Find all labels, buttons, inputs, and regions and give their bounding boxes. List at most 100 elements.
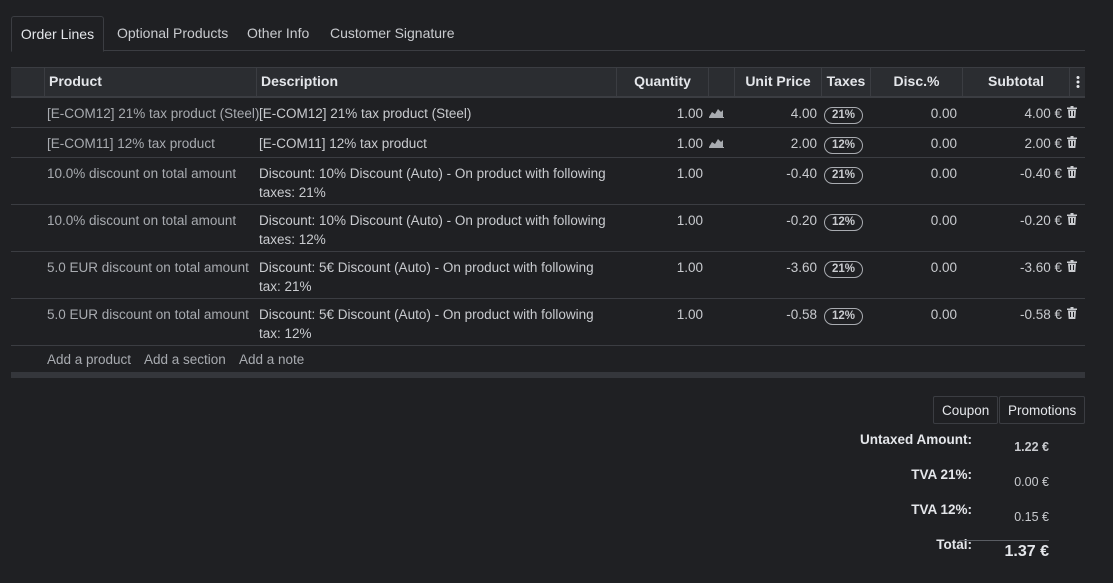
tax-badge[interactable]: 12% [824, 214, 864, 231]
line-description[interactable]: [E-COM11] 12% tax product [259, 134, 614, 153]
line-description[interactable]: Discount: 10% Discount (Auto) - On produ… [259, 211, 614, 249]
tax-badge[interactable]: 12% [824, 137, 864, 154]
tax-badge[interactable]: 21% [824, 261, 864, 278]
line-unit-price[interactable]: 2.00 [731, 134, 817, 153]
column-header-taxes[interactable]: Taxes [821, 68, 870, 96]
tva-12-label: TVA 12%: [911, 502, 972, 517]
line-discount[interactable]: 0.00 [881, 211, 957, 230]
line-discount[interactable]: 0.00 [881, 305, 957, 324]
line-unit-price[interactable]: 4.00 [731, 104, 817, 123]
trash-icon[interactable] [1067, 211, 1081, 230]
column-header-subtotal[interactable]: Subtotal [962, 68, 1069, 96]
line-taxes: 21% [824, 104, 864, 124]
line-discount[interactable]: 0.00 [881, 134, 957, 153]
table-row[interactable]: [E-COM12] 21% tax product (Steel) [E-COM… [11, 98, 1085, 128]
line-quantity[interactable]: 1.00 [617, 305, 703, 324]
line-quantity[interactable]: 1.00 [617, 211, 703, 230]
column-label-taxes: Taxes [826, 73, 866, 89]
line-taxes: 21% [824, 164, 864, 184]
column-label-quantity: Quantity [634, 73, 691, 89]
add-section-link[interactable]: Add a section [144, 352, 226, 367]
trash-icon[interactable] [1067, 258, 1081, 277]
vertical-ellipsis-icon [1076, 76, 1079, 88]
area-chart-icon[interactable] [709, 134, 727, 153]
tab-other-info[interactable]: Other Info [247, 16, 309, 50]
area-chart-icon[interactable] [709, 104, 727, 123]
total-label: Total: [936, 537, 972, 552]
tab-optional-products[interactable]: Optional Products [117, 16, 228, 50]
notebook-tabs: Order Lines Optional Products Other Info… [11, 16, 1085, 52]
tva-21-value: 0.00 € [1014, 475, 1049, 489]
column-header-unit-price[interactable]: Unit Price [734, 68, 821, 96]
trash-icon[interactable] [1067, 134, 1081, 153]
column-label-subtotal: Subtotal [988, 73, 1044, 89]
add-note-link[interactable]: Add a note [239, 352, 304, 367]
column-label-description: Description [261, 73, 339, 89]
line-subtotal: 2.00 € [1024, 136, 1062, 151]
order-lines-table: Product Description Quantity Unit Price … [11, 67, 1085, 378]
table-row[interactable]: 5.0 EUR discount on total amount Discoun… [11, 299, 1085, 346]
table-header: Product Description Quantity Unit Price … [11, 67, 1085, 98]
tax-badge[interactable]: 21% [824, 167, 864, 184]
promotions-button[interactable]: Promotions [999, 396, 1086, 424]
add-line-row: Add a product Add a section Add a note [11, 346, 1085, 372]
tax-badge[interactable]: 21% [824, 107, 864, 124]
trash-icon[interactable] [1067, 164, 1081, 183]
column-header-product[interactable]: Product [44, 68, 256, 96]
column-label-unit-price: Unit Price [745, 73, 811, 89]
tab-customer-signature[interactable]: Customer Signature [330, 16, 455, 50]
line-quantity[interactable]: 1.00 [617, 134, 703, 153]
line-unit-price[interactable]: -3.60 [731, 258, 817, 277]
table-row[interactable]: [E-COM11] 12% tax product [E-COM11] 12% … [11, 128, 1085, 158]
column-label-product: Product [49, 73, 102, 89]
column-header-forecast [708, 68, 734, 96]
line-subtotal: -3.60 € [1019, 260, 1062, 275]
column-header-discount[interactable]: Disc.% [870, 68, 962, 96]
sale-order-lines-page: Order Lines Optional Products Other Info… [0, 0, 1113, 583]
line-subtotal: 4.00 € [1024, 106, 1062, 121]
tva-21-label: TVA 21%: [911, 467, 972, 482]
line-discount[interactable]: 0.00 [881, 164, 957, 183]
trash-icon[interactable] [1067, 104, 1081, 123]
line-quantity[interactable]: 1.00 [617, 164, 703, 183]
tva-12-value: 0.15 € [1014, 510, 1049, 524]
line-product[interactable]: 10.0% discount on total amount [47, 211, 257, 230]
tax-badge[interactable]: 12% [824, 308, 864, 325]
line-quantity[interactable]: 1.00 [617, 258, 703, 277]
line-product[interactable]: [E-COM11] 12% tax product [47, 134, 257, 153]
line-description[interactable]: Discount: 10% Discount (Auto) - On produ… [259, 164, 614, 202]
line-product[interactable]: [E-COM12] 21% tax product (Steel) [47, 104, 259, 123]
line-product[interactable]: 5.0 EUR discount on total amount [47, 258, 257, 277]
column-options-button[interactable] [1069, 68, 1085, 96]
column-header-description[interactable]: Description [256, 68, 616, 96]
line-product[interactable]: 10.0% discount on total amount [47, 164, 257, 183]
line-subtotal: -0.58 € [1019, 307, 1062, 322]
line-taxes: 12% [824, 211, 864, 231]
line-product[interactable]: 5.0 EUR discount on total amount [47, 305, 257, 324]
line-description[interactable]: Discount: 5€ Discount (Auto) - On produc… [259, 305, 614, 343]
line-description[interactable]: Discount: 5€ Discount (Auto) - On produc… [259, 258, 614, 296]
line-unit-price[interactable]: -0.40 [731, 164, 817, 183]
trash-icon[interactable] [1067, 305, 1081, 324]
table-footer [11, 372, 1085, 378]
coupon-button[interactable]: Coupon [933, 396, 999, 424]
table-row[interactable]: 10.0% discount on total amount Discount:… [11, 205, 1085, 252]
untaxed-amount-value: 1.22 € [1014, 440, 1049, 454]
line-unit-price[interactable]: -0.20 [731, 211, 817, 230]
table-row[interactable]: 10.0% discount on total amount Discount:… [11, 158, 1085, 205]
handle-column-header [11, 68, 44, 96]
total-value: 1.37 € [959, 540, 1049, 561]
column-header-quantity[interactable]: Quantity [616, 68, 708, 96]
line-unit-price[interactable]: -0.58 [731, 305, 817, 324]
line-taxes: 12% [824, 305, 864, 325]
add-product-link[interactable]: Add a product [47, 352, 131, 367]
line-discount[interactable]: 0.00 [881, 104, 957, 123]
line-discount[interactable]: 0.00 [881, 258, 957, 277]
line-description[interactable]: [E-COM12] 21% tax product (Steel) [259, 104, 614, 123]
table-row[interactable]: 5.0 EUR discount on total amount Discoun… [11, 252, 1085, 299]
untaxed-amount-label: Untaxed Amount: [860, 432, 972, 447]
line-taxes: 12% [824, 134, 864, 154]
tab-order-lines[interactable]: Order Lines [11, 16, 104, 52]
line-quantity[interactable]: 1.00 [617, 104, 703, 123]
column-label-discount: Disc.% [893, 73, 940, 89]
